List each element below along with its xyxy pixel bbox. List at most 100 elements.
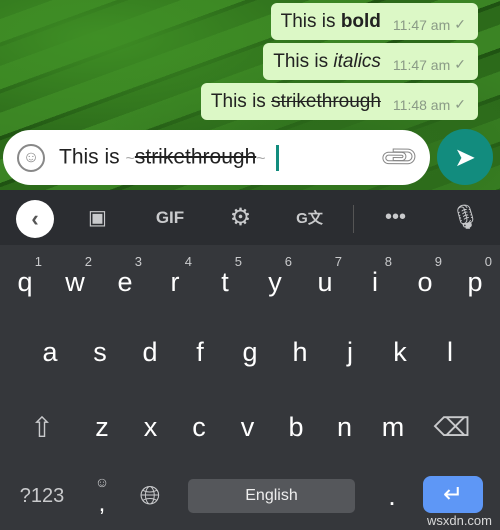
key[interactable]: w2 [50, 252, 100, 312]
key[interactable]: p0 [450, 252, 500, 312]
globe-icon: 🌐︎ [139, 480, 161, 510]
key[interactable]: k [375, 322, 425, 382]
key-label: p [467, 266, 483, 297]
collapse-toolbar-button[interactable]: ‹ [16, 200, 54, 238]
key-label: m [381, 411, 405, 442]
key-label: d [142, 336, 158, 367]
key-number-hint: 7 [334, 254, 342, 269]
key[interactable]: b [271, 397, 321, 457]
message-time: 11:47 am [392, 16, 451, 33]
key[interactable]: s [75, 322, 125, 382]
key-label: z [95, 411, 109, 442]
key-number-hint: 6 [284, 254, 292, 269]
key[interactable]: m [368, 397, 418, 457]
comma-key[interactable]: ☺, [77, 466, 127, 526]
key-label: n [336, 411, 353, 442]
backspace-key[interactable]: ⌫ [427, 397, 477, 457]
sent-check-icon: ✓ [454, 16, 466, 32]
key[interactable]: z [77, 397, 127, 457]
key[interactable]: h [275, 322, 325, 382]
key[interactable]: l [425, 322, 475, 382]
sent-check-icon: ✓ [454, 56, 466, 72]
key-label: o [417, 266, 433, 297]
key-label: l [447, 336, 453, 367]
key-label: k [393, 336, 407, 367]
key-number-hint: 5 [234, 254, 242, 269]
shift-icon: ⇧ [30, 411, 54, 443]
language-globe-key[interactable]: 🌐︎ [125, 466, 175, 526]
toolbar-divider [353, 205, 354, 233]
message-input-text: This is ~strikethrough~ [59, 144, 279, 171]
attach-icon[interactable]: 📎︎ [377, 135, 422, 180]
emoji-icon[interactable]: ☺ [17, 143, 45, 172]
key-label: b [288, 411, 304, 442]
key[interactable]: e3 [100, 252, 150, 312]
key[interactable]: o9 [400, 252, 450, 312]
key-label: j [347, 336, 353, 367]
key-label: f [196, 336, 204, 367]
key[interactable]: d [125, 322, 175, 382]
key-label: r [170, 266, 180, 297]
watermark: wsxdn.com [426, 513, 492, 528]
key[interactable]: r4 [150, 252, 200, 312]
key[interactable]: x [126, 397, 176, 457]
backspace-icon: ⌫ [433, 411, 471, 442]
message-text: This is italics [273, 50, 381, 72]
key[interactable]: i8 [350, 252, 400, 312]
emoji-icon: ☺ [94, 474, 110, 490]
key[interactable]: g [225, 322, 275, 382]
key-label: v [240, 411, 255, 442]
chat-area: This is bold 11:47 am ✓ This is italics 11:4… [0, 0, 500, 190]
key-label: g [242, 336, 258, 367]
comma-label: , [98, 490, 106, 517]
message-input[interactable]: ☺ This is ~strikethrough~ 📎︎ [3, 130, 430, 185]
symbols-key[interactable]: ?123 [12, 466, 72, 526]
send-button[interactable]: ➤ [437, 129, 493, 185]
sticker-icon[interactable]: ▣ [75, 190, 120, 245]
key[interactable]: y6 [250, 252, 300, 312]
key-number-hint: 2 [84, 254, 92, 269]
key-number-hint: 3 [134, 254, 142, 269]
key-number-hint: 4 [184, 254, 192, 269]
microphone-icon[interactable]: 🎙︎ [443, 190, 488, 245]
key-label: y [268, 266, 282, 297]
key-label: x [143, 411, 158, 442]
message-text: This is strikethrough [210, 90, 381, 112]
key[interactable]: j [325, 322, 375, 382]
key[interactable]: q1 [0, 252, 50, 312]
key-label: q [17, 266, 33, 297]
key[interactable]: u7 [300, 252, 350, 312]
keyboard-toolbar: ▣ GIF ⚙ G文 ••• 🎙︎ [0, 190, 500, 245]
key-label: h [292, 336, 308, 367]
shift-key[interactable]: ⇧ [17, 397, 67, 457]
space-key[interactable]: English [188, 479, 355, 513]
key-label: i [372, 266, 378, 297]
message-time: 11:47 am [392, 56, 451, 73]
chevron-left-icon: ‹ [31, 206, 39, 231]
key[interactable]: v [223, 397, 273, 457]
key[interactable]: t5 [200, 252, 250, 312]
settings-gear-icon[interactable]: ⚙ [218, 190, 263, 245]
message-bubble[interactable]: This is strikethrough 11:48 am ✓ [200, 83, 478, 120]
key[interactable]: a [25, 322, 75, 382]
period-key[interactable]: . [367, 466, 417, 526]
sent-check-icon: ✓ [454, 96, 466, 112]
send-icon: ➤ [454, 141, 476, 172]
key-label: u [317, 266, 333, 297]
translate-icon[interactable]: G文 [287, 190, 332, 245]
key[interactable]: c [174, 397, 224, 457]
message-text: This is bold [280, 10, 381, 32]
key[interactable]: f [175, 322, 225, 382]
key-label: c [192, 411, 206, 442]
text-caret [275, 144, 279, 171]
enter-icon: ↵ [442, 481, 464, 508]
message-bubble[interactable]: This is italics 11:47 am ✓ [263, 43, 478, 80]
message-bubble[interactable]: This is bold 11:47 am ✓ [270, 3, 478, 40]
more-icon[interactable]: ••• [373, 190, 418, 245]
enter-key[interactable]: ↵ [423, 476, 483, 513]
key-label: s [93, 336, 107, 367]
message-time: 11:48 am [392, 96, 451, 113]
gif-button[interactable]: GIF [145, 190, 195, 245]
key-label: e [117, 266, 133, 297]
key[interactable]: n [320, 397, 370, 457]
